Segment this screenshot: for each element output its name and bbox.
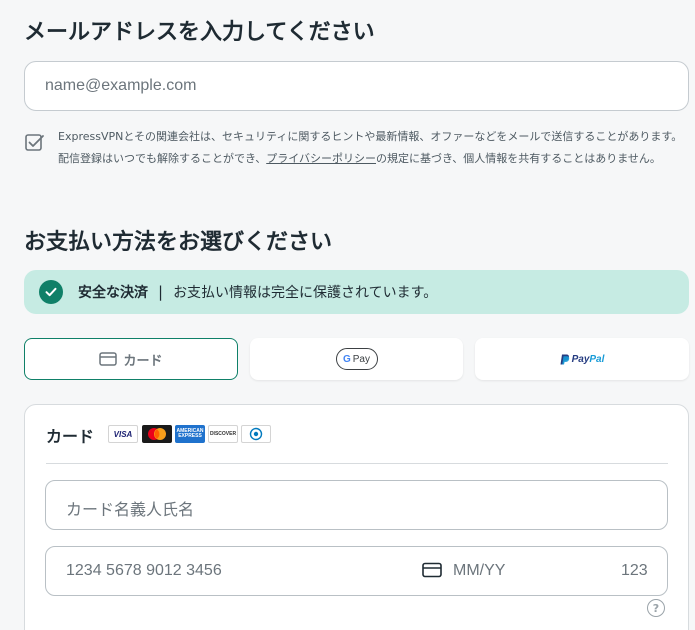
consent-checkbox[interactable]: [25, 133, 45, 153]
diners-club-logo: [241, 425, 271, 443]
secure-banner-title: 安全な決済: [78, 285, 148, 301]
mastercard-logo: [142, 425, 172, 443]
payment-method-card[interactable]: カード: [24, 338, 238, 380]
cvc-placeholder[interactable]: 123: [621, 562, 648, 580]
card-number-placeholder[interactable]: 1234 5678 9012 3456: [66, 562, 222, 580]
visa-logo: VISA: [108, 425, 138, 443]
secure-payment-banner: 安全な決済 | お支払い情報は完全に保護されています。: [24, 270, 689, 314]
expiry-placeholder[interactable]: MM/YY: [453, 562, 505, 580]
consent-text: ExpressVPNとその関連会社は、セキュリティに関するヒントや最新情報、オフ…: [58, 126, 688, 170]
payment-method-google-pay[interactable]: G Pay: [250, 338, 463, 380]
paypal-logo: Pay Pal: [560, 354, 604, 365]
discover-logo: DISCOVER: [208, 425, 238, 443]
amex-logo: AMERICAN EXPRESS: [175, 425, 205, 443]
email-heading: メールアドレスを入力してください: [24, 20, 375, 45]
payment-method-paypal[interactable]: Pay Pal: [475, 338, 689, 380]
consent-text-part2: の規定に基づき、個人情報を共有することはありません。: [376, 152, 661, 165]
payment-heading: お支払い方法をお選びください: [24, 230, 333, 255]
secure-banner-description: お支払い情報は完全に保護されています。: [173, 285, 438, 301]
privacy-policy-link[interactable]: プライバシーポリシー: [266, 152, 376, 165]
email-input[interactable]: [24, 61, 689, 111]
secure-banner-separator: |: [158, 283, 164, 301]
credit-card-icon: [99, 352, 118, 366]
card-form-title: カード: [46, 427, 95, 446]
check-circle-icon: [39, 280, 63, 304]
google-pay-logo: G Pay: [335, 348, 378, 370]
help-question-icon[interactable]: ?: [647, 599, 665, 617]
checkbox-checked-icon: [25, 134, 44, 151]
card-form-divider: [46, 463, 668, 464]
credit-card-icon: [422, 562, 442, 578]
cardholder-name-placeholder: カード名義人氏名: [66, 502, 195, 519]
payment-method-card-label: カード: [123, 353, 163, 369]
